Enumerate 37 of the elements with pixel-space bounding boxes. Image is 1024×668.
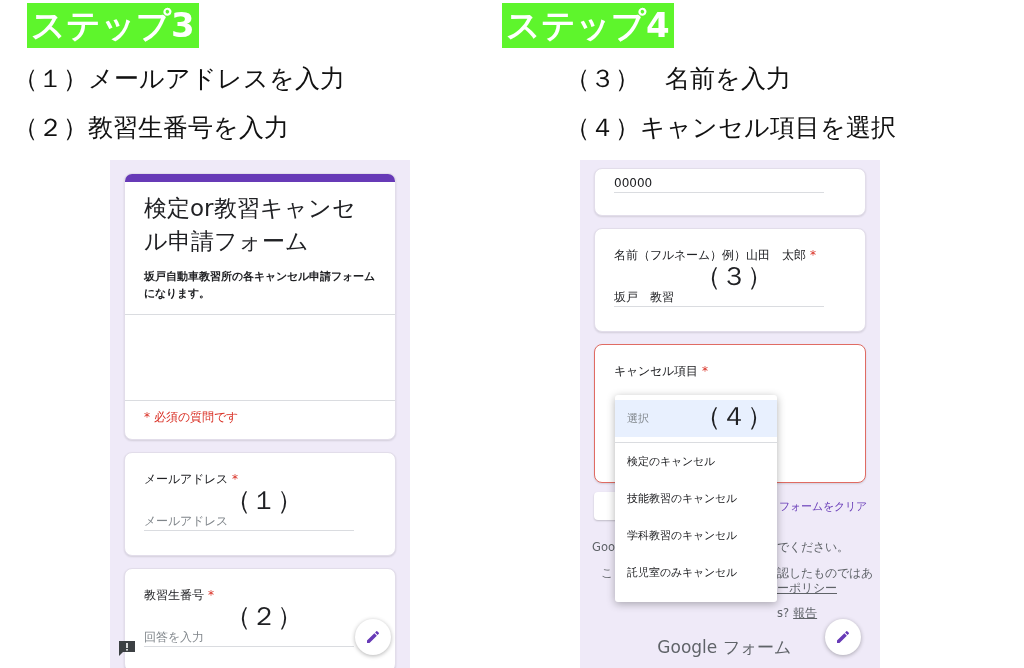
instruction-text: （１）メールアドレスを入力 — [13, 64, 346, 94]
required-note: * 必須の質問です — [143, 409, 239, 426]
instruction-text: （３） 名前を入力 — [565, 64, 792, 94]
google-forms-logo: Google フォーム — [657, 636, 791, 659]
form-title: 検定or教習キャンセル申請フォーム — [143, 194, 357, 256]
question-label: メールアドレス — [144, 472, 228, 486]
dropdown-option[interactable]: 検定のキャンセル — [615, 443, 777, 480]
instruction-text: （２）教習生番号を入力 — [13, 113, 290, 143]
required-mark: * — [208, 588, 214, 602]
footer-text: s? — [777, 606, 790, 620]
footer-text: でください。 — [777, 540, 849, 554]
pencil-icon — [835, 629, 851, 645]
footer-link[interactable]: ーポリシー — [777, 581, 837, 595]
clear-form-link[interactable]: フォームをクリア — [779, 498, 867, 514]
required-mark: * — [702, 364, 708, 378]
dropdown-option[interactable]: 託児室のみキャンセル — [615, 554, 777, 591]
dropdown-option[interactable]: 選択 （４） — [615, 400, 777, 437]
edit-button[interactable] — [825, 619, 861, 655]
question-label: キャンセル項目 — [614, 364, 698, 378]
required-mark: * — [810, 248, 816, 262]
footer-link[interactable]: 報告 — [793, 606, 818, 620]
required-mark: * — [232, 472, 238, 486]
dropdown-option[interactable]: 技能教習のキャンセル — [615, 480, 777, 517]
footer-text: こ — [601, 566, 613, 580]
instruction-text: （４）キャンセル項目を選択 — [565, 113, 897, 143]
footer-text: 認したものではあ — [777, 566, 873, 580]
step-badge: ステップ3 — [27, 3, 199, 48]
form-description: 坂戸自動車教習所の各キャンセル申請フォームになります。 — [143, 269, 376, 302]
question-label: 教習生番号 — [144, 588, 204, 602]
step-badge: ステップ4 — [502, 3, 674, 48]
footer-text: Goo — [592, 540, 615, 554]
callout-label: （４） — [695, 401, 773, 433]
question-label: 名前（フルネーム）例）山田 太郎 — [614, 248, 806, 262]
feedback-icon[interactable] — [118, 640, 136, 656]
text-field[interactable]: 00000 — [614, 174, 824, 193]
dropdown-option[interactable]: 学科教習のキャンセル — [615, 517, 777, 554]
pencil-icon — [365, 629, 381, 645]
